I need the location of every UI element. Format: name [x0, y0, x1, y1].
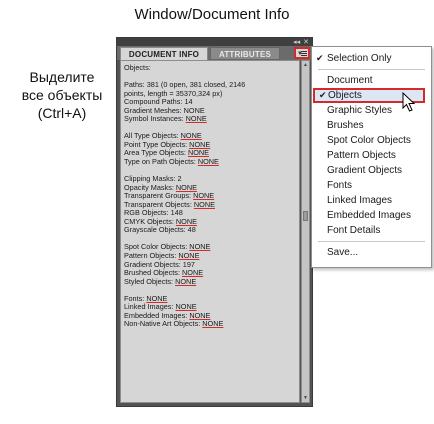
panel-title-bar[interactable]: ◂◂ ✕	[117, 38, 312, 46]
menu-separator	[318, 69, 425, 70]
instruction-note: Выделите все объекты (Ctrl+A)	[10, 68, 114, 122]
menu-item-label: Objects	[328, 90, 362, 101]
menu-item-spot-color-objects[interactable]: Spot Color Objects	[312, 133, 431, 148]
info-line: Type on Path Objects: NONE	[124, 157, 296, 167]
instruction-line: Выделите	[29, 69, 95, 85]
none-value: NONE	[175, 276, 197, 286]
menu-item-label: Linked Images	[327, 195, 393, 206]
none-value: NONE	[185, 114, 207, 124]
panel-flyout-menu: ✔ Selection Only Document ✔ Objects Graphic S…	[311, 46, 432, 268]
menu-item-save[interactable]: Save...	[312, 245, 431, 260]
menu-item-label: Brushes	[327, 120, 364, 131]
info-line-text: Styled Objects:	[124, 276, 176, 286]
menu-item-gradient-objects[interactable]: Gradient Objects	[312, 163, 431, 178]
menu-item-label: Gradient Objects	[327, 165, 403, 176]
collapse-icon[interactable]: ◂◂	[293, 38, 300, 46]
menu-item-linked-images[interactable]: Linked Images	[312, 193, 431, 208]
info-line: Non-Native Art Objects: NONE	[124, 320, 296, 329]
info-line-text: Objects:	[124, 63, 151, 72]
info-content: Objects: Paths: 381 (0 open, 381 closed, …	[120, 60, 300, 403]
menu-item-label: Graphic Styles	[327, 105, 393, 116]
info-line: Symbol Instances: NONE	[124, 115, 296, 124]
none-value: NONE	[193, 199, 215, 209]
mouse-cursor-icon	[402, 92, 416, 112]
info-line-text: Non-Native Art Objects:	[124, 319, 203, 329]
info-line-text: Type on Path Objects:	[124, 157, 198, 167]
info-line: Grayscale Objects: 48	[124, 226, 296, 235]
panel-menu-button[interactable]: ▼	[294, 47, 310, 59]
menu-item-label: Embedded Images	[327, 210, 411, 221]
menu-item-selection-only[interactable]: ✔ Selection Only	[312, 51, 431, 66]
info-line-text: Grayscale Objects: 48	[124, 225, 196, 235]
menu-item-fonts[interactable]: Fonts	[312, 178, 431, 193]
none-value: NONE	[202, 319, 224, 329]
checkmark-icon: ✔	[319, 90, 327, 100]
info-line: Styled Objects: NONE	[124, 276, 296, 287]
menu-item-label: Spot Color Objects	[327, 135, 411, 146]
document-info-panel: ◂◂ ✕ DOCUMENT INFO ATTRIBUTES ▼ Objects:…	[116, 37, 313, 407]
scroll-down-icon[interactable]: ▼	[302, 394, 309, 402]
menu-item-brushes[interactable]: Brushes	[312, 118, 431, 133]
instruction-line: (Ctrl+A)	[37, 105, 87, 121]
menu-item-label: Save...	[327, 247, 359, 258]
menu-separator	[318, 241, 425, 242]
menu-item-label: Pattern Objects	[327, 150, 396, 161]
panel-tabs: DOCUMENT INFO ATTRIBUTES ▼	[117, 46, 312, 60]
scroll-up-icon[interactable]: ▲	[302, 61, 309, 69]
menu-item-label: Document	[327, 75, 373, 86]
menu-item-document[interactable]: Document	[312, 73, 431, 88]
scrollbar[interactable]: ▲ ▼	[301, 60, 310, 403]
tab-attributes[interactable]: ATTRIBUTES	[210, 47, 280, 60]
page-title: Window/Document Info	[134, 6, 290, 23]
menu-item-pattern-objects[interactable]: Pattern Objects	[312, 148, 431, 163]
menu-lines-icon	[301, 51, 307, 56]
instruction-line: все объекты	[21, 87, 103, 103]
menu-item-label: Font Details	[327, 225, 381, 236]
info-line: Objects:	[124, 63, 296, 73]
menu-item-font-details[interactable]: Font Details	[312, 223, 431, 238]
none-value: NONE	[197, 157, 219, 167]
scroll-thumb[interactable]	[303, 211, 308, 221]
tab-document-info[interactable]: DOCUMENT INFO	[120, 47, 208, 60]
close-icon[interactable]: ✕	[303, 38, 309, 46]
menu-item-label: Selection Only	[327, 53, 392, 64]
menu-item-label: Fonts	[327, 180, 353, 191]
info-line-text: Symbol Instances:	[124, 114, 186, 124]
menu-item-embedded-images[interactable]: Embedded Images	[312, 208, 431, 223]
checkmark-icon: ✔	[316, 53, 324, 63]
